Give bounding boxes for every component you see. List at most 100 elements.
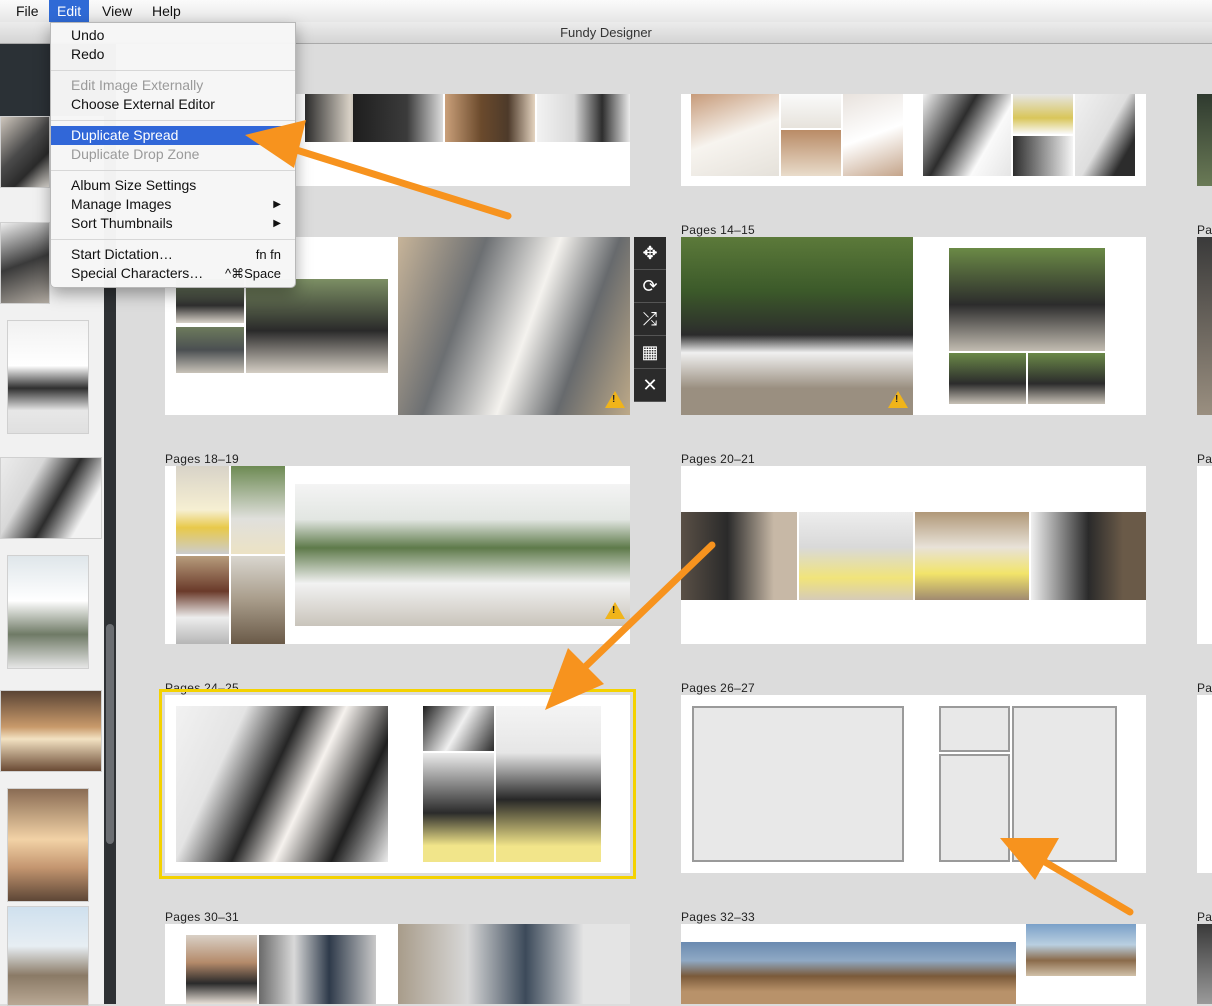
menu-item-edit-externally: Edit Image Externally — [71, 77, 204, 93]
menu-item-duplicate-drop-zone: Duplicate Drop Zone — [71, 146, 200, 162]
empty-drop-zone[interactable] — [939, 706, 1010, 752]
spread-photo[interactable] — [537, 94, 630, 142]
spread-photo[interactable] — [246, 279, 388, 373]
spread-photo[interactable] — [295, 484, 630, 626]
sidebar-thumbnail[interactable] — [7, 555, 89, 669]
spread-photo[interactable] — [176, 706, 388, 862]
spread-label: Pages 20–21 — [681, 452, 756, 466]
spread-label-partial: Pag — [1197, 910, 1212, 924]
menu-item-undo[interactable]: Undo — [51, 26, 295, 45]
spread-pages-30-31[interactable] — [165, 924, 630, 1004]
spread-photo[interactable] — [781, 130, 841, 176]
spread-photo[interactable] — [496, 706, 601, 862]
spread-photo[interactable] — [231, 466, 285, 554]
empty-drop-zone[interactable] — [1012, 706, 1117, 862]
spread-label-partial: Pag — [1197, 452, 1212, 466]
menu-item-start-dictation[interactable]: Start Dictation… fn fn — [51, 245, 295, 264]
close-icon[interactable]: ✕ — [634, 369, 666, 402]
spread-photo[interactable] — [398, 924, 630, 1004]
spread-photo[interactable] — [176, 556, 229, 644]
edit-menu-dropdown: Undo Redo Edit Image Externally Choose E… — [50, 22, 296, 288]
rotate-icon[interactable]: ⟳ — [634, 270, 666, 303]
spread-photo[interactable] — [398, 237, 630, 415]
spread-photo[interactable] — [1075, 94, 1135, 176]
menu-item-album-size-settings[interactable]: Album Size Settings — [51, 176, 295, 195]
spread-pages-18-19[interactable]: ! — [165, 466, 630, 644]
empty-drop-zone[interactable] — [939, 754, 1010, 862]
menu-separator — [51, 70, 295, 71]
spread-photo[interactable] — [1028, 353, 1105, 404]
grid-icon[interactable]: ▦ — [634, 336, 666, 369]
spread-label: Pages 18–19 — [165, 452, 240, 466]
low-resolution-warning-icon[interactable]: ! — [605, 602, 625, 619]
low-resolution-warning-icon[interactable]: ! — [605, 391, 625, 408]
sidebar-thumbnail[interactable] — [0, 457, 102, 539]
spread-photo[interactable] — [1026, 924, 1136, 976]
menu-item-sort-thumbnails[interactable]: Sort Thumbnails ▶ — [51, 214, 295, 233]
spread-pages-14-15[interactable]: ! — [681, 237, 1146, 415]
spread-photo[interactable] — [423, 753, 494, 862]
spread-photo[interactable] — [176, 327, 244, 373]
spread-photo[interactable] — [1031, 512, 1146, 600]
empty-drop-zone[interactable] — [692, 706, 904, 862]
spread-photo[interactable] — [1013, 136, 1073, 176]
spread-label-partial: Pag — [1197, 223, 1212, 237]
spread-photo[interactable] — [843, 94, 903, 176]
menu-view[interactable]: View — [94, 0, 140, 22]
spread-photo[interactable] — [186, 935, 257, 1004]
spread-label-partial: Pag — [1197, 681, 1212, 695]
spread-photo[interactable] — [681, 942, 1016, 1004]
spread-photo[interactable] — [923, 94, 1011, 176]
spread-photo[interactable] — [681, 237, 913, 415]
spread-photo[interactable] — [231, 556, 285, 644]
spread-photo[interactable] — [949, 248, 1105, 351]
menu-separator — [51, 170, 295, 171]
menu-help[interactable]: Help — [144, 0, 189, 22]
spread-photo[interactable] — [176, 466, 229, 554]
menu-item-manage-images[interactable]: Manage Images ▶ — [51, 195, 295, 214]
spread-pages-24-25-selected[interactable] — [159, 689, 636, 879]
spread-pages-32-33[interactable] — [681, 924, 1146, 1004]
spread-pages-top-right[interactable] — [681, 94, 1146, 186]
spread-photo[interactable] — [1013, 94, 1073, 134]
submenu-arrow-icon: ▶ — [273, 218, 281, 229]
spread-photo[interactable] — [691, 94, 779, 176]
sidebar-thumbnail[interactable] — [7, 906, 89, 1006]
submenu-arrow-icon: ▶ — [273, 199, 281, 210]
spread-photo[interactable] — [423, 706, 494, 751]
menu-file[interactable]: File — [8, 0, 47, 22]
sidebar-thumbnail[interactable] — [0, 222, 50, 304]
spread-pages-26-27[interactable] — [681, 695, 1146, 873]
shuffle-icon[interactable]: ⤮ — [634, 303, 666, 336]
spread-partial-right[interactable] — [1197, 924, 1212, 1004]
spread-photo[interactable] — [353, 94, 443, 142]
spread-photo[interactable] — [445, 94, 535, 142]
shortcut-label: fn fn — [255, 247, 281, 262]
spread-photo[interactable] — [915, 512, 1029, 600]
sidebar-thumbnail[interactable] — [7, 788, 89, 902]
spread-photo[interactable] — [949, 353, 1026, 404]
menu-item-choose-external-editor[interactable]: Choose External Editor — [51, 95, 295, 114]
spread-partial-right[interactable] — [1197, 237, 1212, 415]
spread-photo[interactable] — [781, 94, 841, 128]
move-icon[interactable]: ✥ — [634, 237, 666, 270]
sidebar-scrollbar[interactable] — [106, 624, 114, 844]
spread-pages-20-21[interactable] — [681, 466, 1146, 644]
spread-photo[interactable] — [259, 935, 376, 1004]
spread-label: Pages 26–27 — [681, 681, 756, 695]
spread-partial-right[interactable] — [1197, 94, 1212, 186]
window-title: Fundy Designer — [560, 25, 652, 40]
sidebar-thumbnail[interactable] — [0, 690, 102, 772]
low-resolution-warning-icon[interactable]: ! — [888, 391, 908, 408]
sidebar-thumbnail[interactable] — [7, 320, 89, 434]
menu-item-special-characters[interactable]: Special Characters… ^⌘Space — [51, 264, 295, 283]
sidebar-thumbnail[interactable] — [0, 116, 50, 188]
menu-edit[interactable]: Edit — [49, 0, 90, 22]
spread-photo[interactable] — [681, 512, 797, 600]
menu-item-duplicate-spread[interactable]: Duplicate Spread — [51, 126, 295, 145]
spread-partial-right[interactable] — [1197, 466, 1212, 644]
spread-photo[interactable] — [799, 512, 913, 600]
spread-partial-right[interactable] — [1197, 695, 1212, 873]
menu-item-redo[interactable]: Redo — [51, 45, 295, 64]
spread-label: Pages 32–33 — [681, 910, 756, 924]
